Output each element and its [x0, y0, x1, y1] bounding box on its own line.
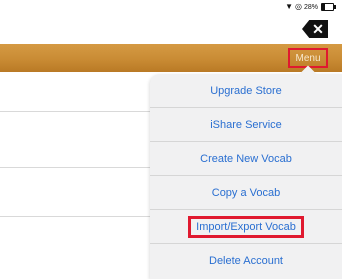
- battery-icon: [321, 3, 336, 11]
- status-icons: ▼ ◎ 28%: [285, 2, 336, 11]
- status-bar: ▼ ◎ 28%: [222, 0, 342, 14]
- app-screen: ▼ ◎ 28% ✕ Menu Upgrade Store iShare Serv…: [0, 0, 342, 279]
- menu-item-label: Copy a Vocab: [211, 186, 281, 199]
- menu-item-create-new-vocab[interactable]: Create New Vocab: [150, 142, 342, 176]
- orientation-lock-icon: ◎: [295, 2, 302, 11]
- menu-item-label: Create New Vocab: [200, 152, 292, 165]
- delete-close-button[interactable]: ✕: [302, 20, 328, 38]
- menu-item-delete-account[interactable]: Delete Account: [150, 244, 342, 278]
- menu-item-ishare-service[interactable]: iShare Service: [150, 108, 342, 142]
- menu-item-label: Delete Account: [209, 255, 283, 267]
- menu-popover: Upgrade Store iShare Service Create New …: [150, 74, 342, 279]
- menu-item-label: iShare Service: [210, 118, 282, 131]
- list-divider: [0, 111, 150, 112]
- wifi-icon: ▼: [285, 2, 293, 11]
- menu-item-copy-a-vocab[interactable]: Copy a Vocab: [150, 176, 342, 210]
- menu-item-import-export-vocab[interactable]: Import/Export Vocab: [150, 210, 342, 244]
- close-icon: ✕: [312, 20, 324, 37]
- menu-item-upgrade-store[interactable]: Upgrade Store: [150, 74, 342, 108]
- battery-percentage: 28%: [303, 3, 318, 11]
- menu-button-label: Menu: [295, 52, 321, 64]
- list-divider: [0, 167, 150, 168]
- list-divider: [0, 216, 150, 217]
- menu-item-label: Upgrade Store: [210, 84, 282, 97]
- menu-item-label: Import/Export Vocab: [188, 215, 304, 238]
